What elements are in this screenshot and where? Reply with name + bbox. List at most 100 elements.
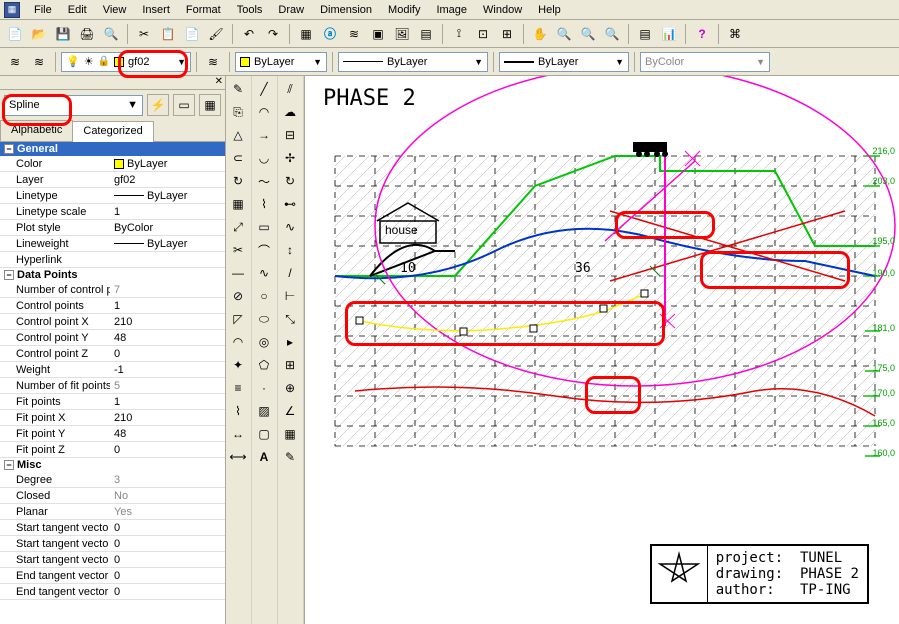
print-icon[interactable]: 🖨: [76, 23, 98, 45]
connect-icon[interactable]: ⊷: [279, 193, 301, 215]
point-icon[interactable]: ·: [253, 377, 275, 399]
leader-icon[interactable]: ▸: [279, 331, 301, 353]
pickselect-icon[interactable]: ▭: [173, 94, 195, 116]
zoom-window-icon[interactable]: 🔍: [577, 23, 599, 45]
wave-icon[interactable]: 〜: [253, 170, 275, 192]
refresh-icon[interactable]: ↻: [279, 170, 301, 192]
category-data-points[interactable]: −Data Points: [0, 268, 225, 282]
table-icon[interactable]: ▦: [279, 423, 301, 445]
open-icon[interactable]: 📂: [28, 23, 50, 45]
extend-icon[interactable]: —: [227, 262, 249, 284]
redo-icon[interactable]: ↷: [262, 23, 284, 45]
angle-icon[interactable]: ∠: [279, 400, 301, 422]
collapse-icon[interactable]: −: [4, 460, 14, 470]
layer-manager-icon[interactable]: ≋: [28, 51, 50, 73]
menu-window[interactable]: Window: [475, 2, 530, 18]
prop-val[interactable]: ByLayer: [110, 190, 225, 202]
mesh-icon[interactable]: ⊟: [279, 124, 301, 146]
align-icon[interactable]: ≡: [227, 377, 249, 399]
prop-val[interactable]: 1: [110, 206, 225, 218]
scale-icon[interactable]: ⤢: [227, 216, 249, 238]
offset-icon[interactable]: ⊂: [227, 147, 249, 169]
hatch-icon[interactable]: ▨: [253, 400, 275, 422]
stretch-icon[interactable]: ↔: [227, 423, 249, 445]
layer-prev-icon[interactable]: ≋: [202, 51, 224, 73]
properties-grid[interactable]: −General ColorByLayer Layergf02 Linetype…: [0, 142, 225, 624]
paste-icon[interactable]: 📄: [181, 23, 203, 45]
prop-val[interactable]: 210: [110, 316, 225, 328]
lineweight-select[interactable]: ByLayer ▼: [499, 52, 629, 72]
pedit-icon[interactable]: ⌇: [227, 400, 249, 422]
prop-val[interactable]: ByLayer: [110, 158, 225, 170]
text-icon[interactable]: A: [253, 446, 275, 468]
prop-val[interactable]: 48: [110, 428, 225, 440]
dim4-icon[interactable]: ⤡: [279, 308, 301, 330]
fillet-icon[interactable]: ◠: [227, 331, 249, 353]
move-icon[interactable]: ✢: [279, 147, 301, 169]
rotate-icon[interactable]: ↻: [227, 170, 249, 192]
block-icon[interactable]: ▣: [367, 23, 389, 45]
multiline-icon[interactable]: ⫽: [279, 78, 301, 100]
undo-icon[interactable]: ↶: [238, 23, 260, 45]
prop-val[interactable]: ByLayer: [110, 238, 225, 250]
chamfer-icon[interactable]: ◸: [227, 308, 249, 330]
zoom-prev-icon[interactable]: 🔍: [601, 23, 623, 45]
dim3-icon[interactable]: ⊢: [279, 285, 301, 307]
explode-icon[interactable]: ✦: [227, 354, 249, 376]
mirror-icon[interactable]: △: [227, 124, 249, 146]
ucs-icon[interactable]: ⊞: [496, 23, 518, 45]
cut-icon[interactable]: ✂: [133, 23, 155, 45]
line-icon[interactable]: ╱: [253, 78, 275, 100]
menu-dimension[interactable]: Dimension: [312, 2, 380, 18]
props-icon[interactable]: ▤: [634, 23, 656, 45]
spline-icon[interactable]: ∿: [253, 262, 275, 284]
save-icon[interactable]: 💾: [52, 23, 74, 45]
collapse-icon[interactable]: −: [4, 270, 14, 280]
snap-icon[interactable]: ⊡: [472, 23, 494, 45]
pan-icon[interactable]: ✋: [529, 23, 551, 45]
freehand-icon[interactable]: ∿: [279, 216, 301, 238]
prop-val[interactable]: 0: [110, 444, 225, 456]
prop-val[interactable]: 0: [110, 522, 225, 534]
entity-type-select[interactable]: Spline ▼: [4, 95, 143, 116]
zoom-icon[interactable]: 🔍: [553, 23, 575, 45]
region-icon[interactable]: ▢: [253, 423, 275, 445]
explorer-icon[interactable]: 📊: [658, 23, 680, 45]
pline-icon[interactable]: ⌇: [253, 193, 275, 215]
arc-icon[interactable]: ◠: [253, 101, 275, 123]
circle-icon[interactable]: ○: [253, 285, 275, 307]
grid-icon[interactable]: ▦: [295, 23, 317, 45]
prop-val[interactable]: 0: [110, 570, 225, 582]
ellipse-icon[interactable]: ⬭: [253, 308, 275, 330]
prop-val[interactable]: -1: [110, 364, 225, 376]
copy-icon[interactable]: 📋: [157, 23, 179, 45]
lengthen-icon[interactable]: ⟷: [227, 446, 249, 468]
prop-val[interactable]: 0: [110, 554, 225, 566]
help-icon[interactable]: ?: [691, 23, 713, 45]
menu-view[interactable]: View: [95, 2, 135, 18]
menu-image[interactable]: Image: [428, 2, 475, 18]
image-icon[interactable]: 🖼: [391, 23, 413, 45]
copy-icon[interactable]: ⎘: [227, 101, 249, 123]
prop-val[interactable]: 48: [110, 332, 225, 344]
prop-val[interactable]: 1: [110, 300, 225, 312]
array-icon[interactable]: ▦: [227, 193, 249, 215]
prop-val[interactable]: gf02: [110, 174, 225, 186]
menu-draw[interactable]: Draw: [270, 2, 312, 18]
dim1-icon[interactable]: ↕: [279, 239, 301, 261]
menu-help[interactable]: Help: [530, 2, 569, 18]
ray-icon[interactable]: →: [253, 124, 275, 146]
prop-val[interactable]: ByColor: [110, 222, 225, 234]
tolerance-icon[interactable]: ⊞: [279, 354, 301, 376]
tab-categorized[interactable]: Categorized: [72, 121, 153, 142]
toggle-icon[interactable]: ▦: [199, 94, 221, 116]
prop-val[interactable]: 1: [110, 396, 225, 408]
match-icon[interactable]: 🖌: [205, 23, 227, 45]
new-icon[interactable]: 📄: [4, 23, 26, 45]
measure-icon[interactable]: ⟟: [448, 23, 470, 45]
menu-edit[interactable]: Edit: [60, 2, 95, 18]
active-layer-select[interactable]: 💡 ☀ 🔒 gf02 ▼: [61, 52, 191, 72]
cloud-icon[interactable]: ☁: [279, 101, 301, 123]
donut-icon[interactable]: ◎: [253, 331, 275, 353]
arc3-icon[interactable]: ⌒: [253, 239, 275, 261]
